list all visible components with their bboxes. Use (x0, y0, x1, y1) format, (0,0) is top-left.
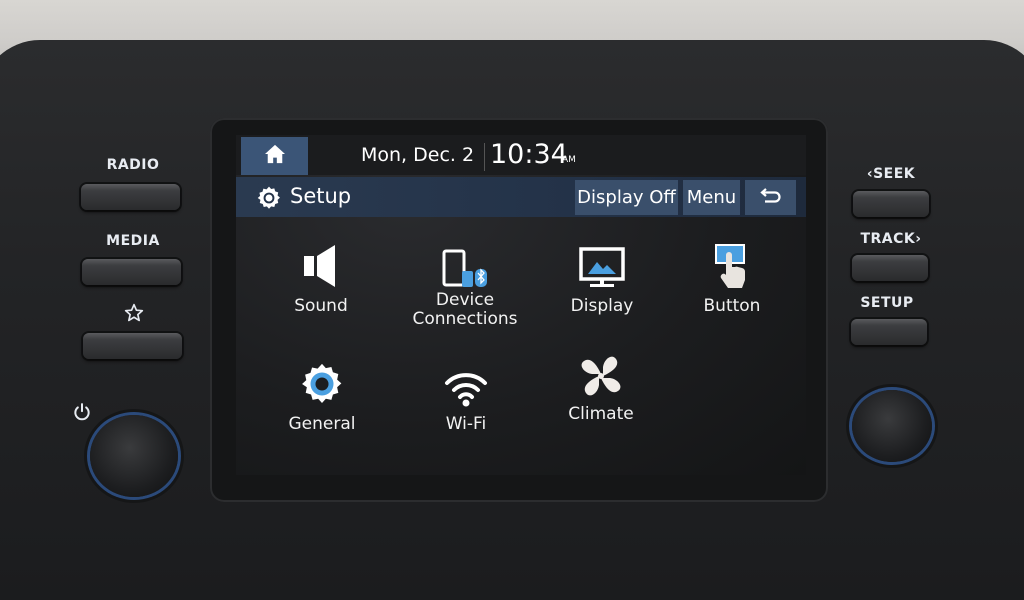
setup-label: SETUP (860, 295, 914, 311)
star-icon (124, 303, 144, 327)
setup-item-sound[interactable]: Sound (261, 239, 381, 316)
track-button[interactable] (852, 255, 928, 281)
tune-knob[interactable] (852, 390, 932, 462)
media-label: MEDIA (106, 233, 160, 249)
setup-item-label: Device Connections (405, 291, 525, 329)
ampm-indicator: AM (562, 155, 576, 165)
back-arrow-icon (759, 187, 782, 208)
seek-button[interactable] (853, 191, 929, 217)
infotainment-screen: Mon, Dec. 2 10:34 AM Setup Display Off M… (236, 135, 806, 475)
label-line-2: Connections (412, 309, 518, 329)
setup-item-label: Button (703, 296, 761, 316)
radio-label: RADIO (106, 157, 160, 173)
date-display: Mon, Dec. 2 (361, 144, 475, 166)
page-title: Setup (290, 184, 352, 208)
fan-icon (541, 347, 661, 397)
setup-item-label: General (288, 414, 356, 434)
setup-item-label: Wi-Fi (445, 414, 487, 434)
title-bar: Setup Display Off Menu (236, 177, 806, 217)
label-line-1: Device (435, 290, 495, 310)
home-button[interactable] (241, 137, 308, 175)
display-icon (542, 239, 662, 289)
setup-item-button[interactable]: Button (672, 239, 792, 316)
radio-button[interactable] (81, 184, 180, 210)
setup-item-climate[interactable]: Climate (541, 347, 661, 424)
setup-item-device-connections[interactable]: Device Connections (405, 239, 525, 329)
divider (484, 143, 485, 171)
setup-item-general[interactable]: General (262, 357, 382, 434)
menu-button[interactable]: Menu (683, 180, 740, 215)
setup-item-display[interactable]: Display (542, 239, 662, 316)
home-icon (264, 144, 286, 168)
media-button[interactable] (82, 259, 181, 285)
back-button[interactable] (745, 180, 796, 215)
favorite-button[interactable] (83, 333, 182, 359)
display-off-button[interactable]: Display Off (575, 180, 678, 215)
setup-item-wifi[interactable]: Wi-Fi (406, 357, 526, 434)
speaker-icon (261, 239, 381, 289)
setup-item-label: Display (570, 296, 634, 316)
touch-button-icon (672, 239, 792, 289)
device-connections-icon (405, 239, 525, 289)
track-label: TRACK› (860, 231, 922, 247)
seek-label: ‹SEEK (866, 166, 916, 182)
gear-icon (262, 357, 382, 407)
status-bar: Mon, Dec. 2 10:34 AM (236, 135, 806, 175)
time-display: 10:34 (490, 139, 568, 170)
power-icon (72, 402, 92, 426)
wifi-icon (406, 357, 526, 407)
setup-item-label: Climate (568, 404, 634, 424)
power-volume-knob[interactable] (90, 415, 178, 497)
setup-hardware-button[interactable] (851, 319, 927, 345)
setup-item-label: Sound (294, 296, 348, 316)
gear-icon (256, 185, 282, 215)
